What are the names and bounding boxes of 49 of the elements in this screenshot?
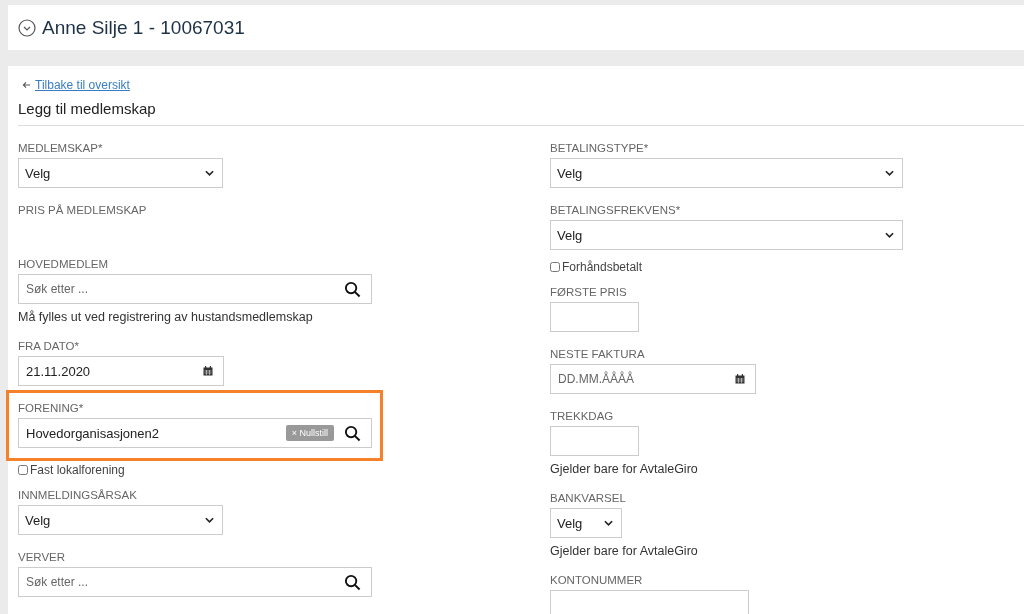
caret-icon bbox=[205, 517, 214, 523]
member-title: Anne Silje 1 - 10067031 bbox=[42, 16, 245, 39]
field-label: FORENING* bbox=[18, 401, 85, 416]
back-link[interactable]: Tilbake til oversikt bbox=[35, 78, 130, 92]
checkbox[interactable] bbox=[18, 465, 28, 475]
select-field[interactable]: Velg bbox=[18, 505, 223, 535]
caret-icon bbox=[885, 232, 894, 238]
date-field[interactable]: 21.11.2020 bbox=[18, 356, 224, 386]
field-label: PRIS PÅ MEDLEMSKAP bbox=[18, 203, 148, 218]
search-icon[interactable] bbox=[344, 573, 361, 591]
checkbox-label: Fast lokalforening bbox=[30, 463, 125, 477]
select-field[interactable]: Velg bbox=[550, 508, 622, 538]
checkbox-label: Forhåndsbetalt bbox=[562, 260, 643, 274]
field-label: MEDLEMSKAP* bbox=[18, 141, 104, 156]
calendar-icon[interactable] bbox=[203, 366, 213, 376]
input-field[interactable] bbox=[550, 302, 639, 332]
calendar-icon[interactable] bbox=[735, 374, 745, 384]
field-label: NESTE FAKTURA bbox=[550, 347, 646, 362]
search-icon[interactable] bbox=[344, 280, 361, 298]
search-field[interactable]: Søk etter ... bbox=[18, 567, 372, 597]
caret-icon bbox=[885, 170, 894, 176]
field-label: INNMELDINGSÅRSAK bbox=[18, 488, 138, 503]
field-label: BETALINGSFREKVENS* bbox=[550, 203, 682, 218]
field-label: BANKVARSEL bbox=[550, 491, 627, 506]
help-text: Må fylles ut ved registrering av hustandsmedlemskap bbox=[18, 310, 314, 324]
field-label: FRA DATO* bbox=[18, 339, 80, 354]
chevron-down-circle-icon[interactable] bbox=[18, 18, 36, 37]
input-field[interactable] bbox=[550, 590, 749, 614]
select-field[interactable]: Velg bbox=[550, 220, 903, 250]
field-label: BETALINGSTYPE* bbox=[550, 141, 650, 156]
date-field[interactable]: DD.MM.ÅÅÅÅ bbox=[550, 364, 756, 394]
help-text: Gjelder bare for AvtaleGiro bbox=[550, 544, 699, 558]
select-field[interactable]: Velg bbox=[18, 158, 223, 188]
caret-icon bbox=[205, 170, 214, 176]
search-field[interactable]: Hovedorganisasjonen2 × Nullstill bbox=[18, 418, 372, 448]
field-label: VERVER bbox=[18, 550, 67, 565]
field-label: TREKKDAG bbox=[550, 409, 615, 424]
back-arrow-icon bbox=[22, 81, 31, 89]
field-label: HOVEDMEDLEM bbox=[18, 257, 110, 272]
caret-icon bbox=[604, 520, 613, 526]
help-text: Gjelder bare for AvtaleGiro bbox=[550, 462, 699, 476]
search-field[interactable]: Søk etter ... bbox=[18, 274, 372, 304]
search-icon[interactable] bbox=[344, 424, 361, 442]
checkbox[interactable] bbox=[550, 262, 560, 272]
input-field[interactable] bbox=[550, 426, 639, 456]
form-title: Legg til medlemskap bbox=[18, 100, 157, 117]
field-label: FØRSTE PRIS bbox=[550, 285, 628, 300]
field-label: KONTONUMMER bbox=[550, 573, 644, 588]
select-field[interactable]: Velg bbox=[550, 158, 903, 188]
